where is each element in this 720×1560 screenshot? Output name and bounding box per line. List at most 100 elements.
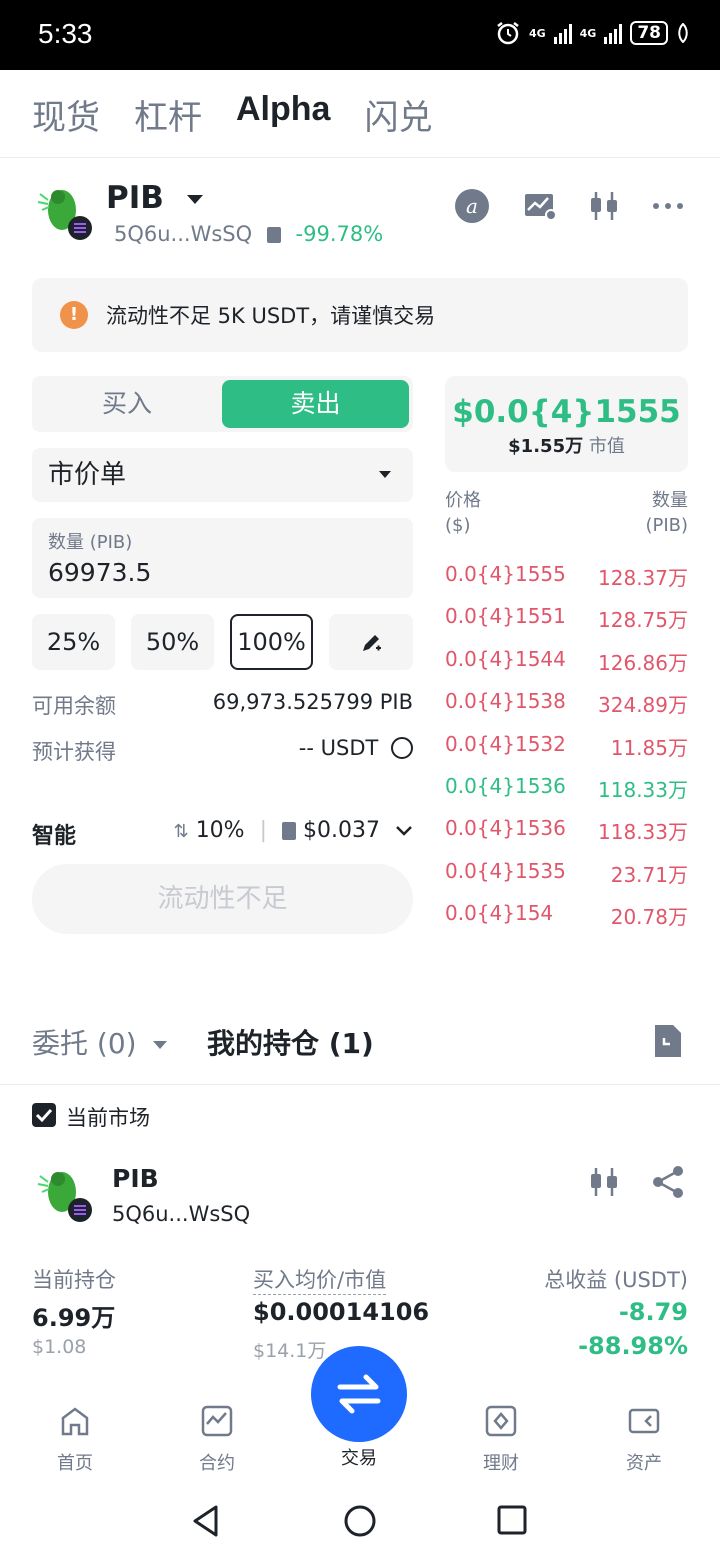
orderbook-row[interactable]: 0.0{4}1544 126.86万 [445, 647, 688, 677]
candlestick-icon[interactable] [584, 186, 624, 226]
orderbook-row[interactable]: 0.0{4}1536 118.33万 [445, 774, 688, 804]
status-icons: 4G 4G 78 [495, 20, 690, 46]
chart-settings-icon[interactable] [520, 186, 560, 226]
order-type-select[interactable]: 市价单 [32, 448, 413, 502]
circle-icon [391, 737, 413, 759]
percent-50-button[interactable]: 50% [131, 614, 214, 670]
orderbook-row[interactable]: 0.0{4}1538 324.89万 [445, 689, 688, 719]
orderbook-price: 0.0{4}1536 [445, 816, 566, 841]
buy-sell-toggle: 买入 卖出 [32, 376, 413, 432]
orderbook-price: 0.0{4}1532 [445, 731, 566, 756]
token-change: -99.78% [295, 222, 384, 246]
candlestick-icon[interactable] [586, 1164, 622, 1200]
current-market-checkbox[interactable] [32, 1103, 56, 1127]
copy-icon[interactable] [266, 227, 281, 243]
more-icon[interactable] [648, 186, 688, 226]
orderbook-row[interactable]: 0.0{4}1536 118.33万 [445, 816, 688, 846]
edit-pen-icon [363, 635, 381, 651]
orderbook-price: 0.0{4}1551 [445, 604, 566, 629]
battery-icon: 78 [630, 21, 668, 45]
position-token-avatar[interactable] [32, 1164, 92, 1224]
leaf-icon [678, 23, 688, 43]
nav-home[interactable]: 首页 [25, 1390, 125, 1475]
quantity-label: 数量 (PIB) [48, 532, 133, 553]
futures-icon [201, 1405, 233, 1437]
network-label-2: 4G [579, 26, 597, 40]
market-cap-label: 市值 [588, 436, 625, 457]
warning-icon: ! [60, 301, 88, 329]
document-icon[interactable] [652, 1024, 684, 1058]
estimate-value: -- USDT [298, 736, 379, 760]
nav-earn[interactable]: 理财 [451, 1390, 551, 1475]
gas-icon [282, 822, 297, 840]
avg-price-label[interactable]: 买入均价/市值 [253, 1264, 387, 1295]
nav-trade-label: 交易 [341, 1448, 377, 1469]
token-symbol[interactable]: PIB [106, 180, 203, 216]
quantity-field[interactable]: 数量 (PIB) 69973.5 [32, 518, 413, 598]
qty-header: 数量 [652, 490, 688, 511]
checkmark-icon [35, 1108, 53, 1123]
orderbook-row[interactable]: 0.0{4}1551 128.75万 [445, 604, 688, 634]
signal-icon [604, 22, 623, 44]
tab-margin[interactable]: 杠杆 [134, 90, 202, 139]
recents-icon[interactable] [497, 1505, 527, 1535]
alarm-icon [497, 22, 519, 45]
tab-holdings[interactable]: 我的持仓 (1) [207, 1022, 374, 1062]
orderbook-row[interactable]: 0.0{4}1555 128.37万 [445, 562, 688, 592]
qty-unit: (PIB) [645, 515, 688, 536]
tab-convert[interactable]: 闪兑 [364, 90, 432, 139]
orderbook-row[interactable]: 0.0{4}1535 23.71万 [445, 859, 688, 889]
separator: | [259, 818, 268, 843]
orderbook-qty: 11.85万 [610, 735, 688, 760]
dropdown-caret-icon[interactable] [186, 195, 203, 204]
token-avatar[interactable] [32, 182, 92, 242]
network-label-1: 4G [528, 26, 546, 40]
share-icon[interactable] [650, 1164, 686, 1200]
holding-usd: $1.08 [32, 1336, 87, 1358]
tab-spot[interactable]: 现货 [32, 90, 100, 139]
percent-25-button[interactable]: 25% [32, 614, 115, 670]
smart-values[interactable]: ⇅ 10% | $0.037 [174, 818, 413, 843]
smart-label: 智能 [32, 824, 77, 849]
orderbook-price: 0.0{4}1536 [445, 774, 566, 798]
market-cap-line: $1.55万 市值 [445, 432, 688, 458]
position-address: 5Q6u...WsSQ [112, 1202, 251, 1226]
tab-orders[interactable]: 委托 (0) [32, 1027, 168, 1060]
nav-futures-label: 合约 [199, 1453, 235, 1474]
orderbook-qty: 20.78万 [610, 905, 688, 930]
market-cap-value: $1.55万 [508, 436, 584, 457]
back-icon[interactable] [190, 1504, 222, 1538]
nav-assets[interactable]: 资产 [594, 1390, 694, 1475]
order-type-value: 市价单 [48, 460, 127, 490]
svg-text:a: a [466, 194, 478, 218]
status-time: 5:33 [38, 18, 93, 49]
orderbook-qty-header: 数量 (PIB) [560, 488, 688, 538]
gas-value: $0.037 [303, 818, 380, 843]
tab-orders-label: 委托 (0) [32, 1027, 137, 1060]
trade-fab-button[interactable] [311, 1346, 407, 1442]
available-value: 69,973.525799 PIB [212, 690, 413, 714]
orderbook-qty: 128.37万 [598, 566, 688, 590]
nav-futures[interactable]: 合约 [167, 1390, 267, 1475]
orderbook-row[interactable]: 0.0{4}154 20.78万 [445, 901, 688, 931]
smart-settings-row[interactable]: 智能 ⇅ 10% | $0.037 [32, 818, 413, 849]
custom-amount-button[interactable] [329, 614, 413, 670]
home-circle-icon[interactable] [343, 1504, 377, 1538]
pnl-label: 总收益 (USDT) [544, 1268, 688, 1292]
orderbook-price: 0.0{4}1555 [445, 562, 566, 586]
available-label: 可用余额 [32, 694, 116, 718]
buy-tab[interactable]: 买入 [32, 376, 222, 432]
trade-type-tabs: 现货 杠杆 Alpha 闪兑 [32, 90, 432, 139]
holding-value: 6.99万 [32, 1304, 116, 1332]
tab-alpha[interactable]: Alpha [236, 90, 330, 139]
percent-100-button[interactable]: 100% [230, 614, 313, 670]
token-address-line: 5Q6u...WsSQ -99.78% [114, 222, 383, 246]
holding-label: 当前持仓 [32, 1268, 116, 1292]
quantity-input[interactable]: 69973.5 [48, 558, 151, 587]
orderbook-row[interactable]: 0.0{4}1532 11.85万 [445, 732, 688, 762]
alpha-icon[interactable]: a [452, 186, 492, 226]
submit-sell-button[interactable]: 流动性不足 [32, 864, 413, 934]
token-symbol-text: PIB [106, 180, 164, 216]
battery-level: 78 [637, 23, 661, 43]
sell-tab[interactable]: 卖出 [222, 380, 409, 428]
